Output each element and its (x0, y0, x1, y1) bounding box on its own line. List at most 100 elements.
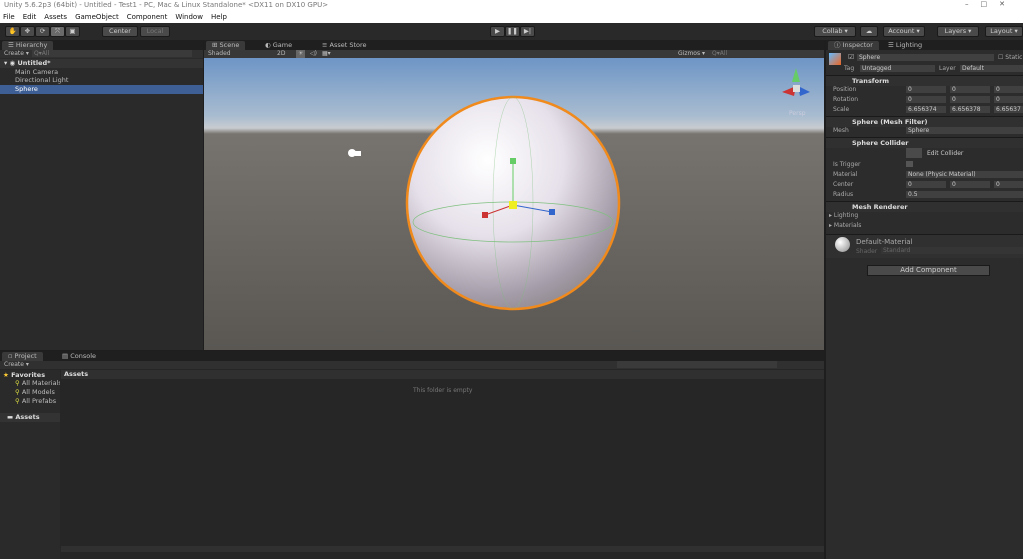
tab-asset-store[interactable]: ≡ Asset Store (316, 41, 373, 50)
tab-project[interactable]: ▫ Project (2, 352, 43, 361)
2d-toggle[interactable]: 2D (277, 50, 285, 58)
rotation-y[interactable]: 0 (950, 96, 990, 103)
toolbar: ✋ ✥ ⟳ ⤧ ▣ Center Local ▶ ❚❚ ▶| Collab ▾ … (0, 23, 1023, 40)
shader-label: Shader (856, 248, 878, 255)
hierarchy-toolbar: Create ▾ Q▾All (0, 50, 203, 58)
window-controls[interactable]: –□✕ (965, 0, 1017, 8)
hand-tool-icon[interactable]: ✋ (5, 26, 20, 37)
position-y[interactable]: 0 (950, 86, 990, 93)
menu-gameobject[interactable]: GameObject (75, 13, 119, 21)
shader-dropdown[interactable]: Standard (881, 247, 1023, 254)
mesh-filter-header[interactable]: Sphere (Mesh Filter) (826, 116, 1023, 127)
play-icon[interactable]: ▶ (490, 26, 505, 37)
hierarchy-panel: ☰ Hierarchy Create ▾ Q▾All ▾ ◉ Untitled*… (0, 40, 203, 350)
rotation-z[interactable]: 0 (994, 96, 1023, 103)
move-tool-icon[interactable]: ✥ (20, 26, 35, 37)
gizmos-dropdown[interactable]: Gizmos ▾ (678, 50, 705, 58)
menu-bar: File Edit Assets GameObject Component Window H… (0, 11, 1023, 23)
favorite-item[interactable]: ⚲ All Prefabs (0, 397, 60, 406)
lighting-foldout[interactable]: ▸ Lighting (829, 212, 858, 219)
scale-label: Scale (833, 106, 850, 113)
empty-folder-message: This folder is empty (413, 387, 473, 394)
center-y[interactable]: 0 (950, 181, 990, 188)
physic-material-field[interactable]: None (Physic Material) (906, 171, 1023, 178)
inspector-panel: ⓘ Inspector ☰ Lighting ☑ Sphere ☐ Static… (826, 40, 1023, 559)
scale-x[interactable]: 6.656374 (906, 106, 946, 113)
favorite-item[interactable]: ⚲ All Models (0, 388, 60, 397)
edit-collider-icon[interactable] (906, 148, 922, 158)
menu-component[interactable]: Component (127, 13, 168, 21)
persp-label[interactable]: Persp (789, 110, 806, 117)
tag-label: Tag (844, 65, 855, 72)
shaded-dropdown[interactable]: Shaded (208, 50, 231, 57)
layers-button[interactable]: Layers ▾ (937, 26, 979, 37)
is-trigger-label: Is Trigger (833, 161, 861, 168)
favorite-item[interactable]: ⚲ All Materials (0, 379, 60, 388)
position-z[interactable]: 0 (994, 86, 1023, 93)
menu-file[interactable]: File (3, 13, 15, 21)
rect-tool-icon[interactable]: ▣ (65, 26, 80, 37)
scene-viewport[interactable]: Persp (204, 58, 824, 350)
hierarchy-item[interactable]: Directional Light (0, 76, 203, 85)
center-button[interactable]: Center (102, 26, 138, 37)
tab-scene[interactable]: ⊞ Scene (206, 41, 246, 50)
project-search[interactable] (617, 361, 777, 368)
mesh-renderer-header[interactable]: Mesh Renderer (826, 201, 1023, 212)
tab-lighting[interactable]: ☰ Lighting (882, 41, 928, 50)
is-trigger-checkbox[interactable] (906, 161, 913, 167)
menu-assets[interactable]: Assets (44, 13, 67, 21)
collab-button[interactable]: Collab ▾ (814, 26, 856, 37)
tag-dropdown[interactable]: Untagged (860, 65, 935, 72)
scale-z[interactable]: 6.65637 (994, 106, 1023, 113)
static-checkbox[interactable]: ☐ Static (998, 54, 1022, 61)
account-button[interactable]: Account ▾ (883, 26, 925, 37)
tab-inspector[interactable]: ⓘ Inspector (828, 41, 879, 50)
layout-button[interactable]: Layout ▾ (985, 26, 1023, 37)
tab-console[interactable]: ▤ Console (56, 352, 102, 361)
project-create-button[interactable]: Create ▾ (4, 361, 29, 368)
active-checkbox[interactable]: ☑ (848, 53, 854, 61)
menu-help[interactable]: Help (211, 13, 227, 21)
orientation-gizmo[interactable] (782, 68, 810, 96)
local-button[interactable]: Local (140, 26, 170, 37)
mesh-field[interactable]: Sphere (906, 127, 1023, 134)
position-x[interactable]: 0 (906, 86, 946, 93)
material-label: Material (833, 171, 858, 178)
menu-edit[interactable]: Edit (23, 13, 37, 21)
scale-y[interactable]: 6.656378 (950, 106, 990, 113)
step-icon[interactable]: ▶| (520, 26, 535, 37)
cloud-icon[interactable]: ☁ (860, 26, 878, 37)
menu-window[interactable]: Window (175, 13, 203, 21)
center-x[interactable]: 0 (906, 181, 946, 188)
materials-foldout[interactable]: ▸ Materials (829, 222, 861, 229)
layer-dropdown[interactable]: Default (960, 65, 1023, 72)
pause-icon[interactable]: ❚❚ (505, 26, 520, 37)
assets-breadcrumb[interactable]: Assets (61, 370, 824, 379)
tab-game[interactable]: ◐ Game (259, 41, 298, 50)
effects-toggle-icon[interactable]: ▦▾ (322, 50, 331, 58)
object-name-field[interactable]: Sphere (857, 54, 994, 61)
scene-root[interactable]: ▾ ◉ Untitled* (0, 59, 203, 68)
create-button[interactable]: Create ▾ (4, 50, 29, 57)
scene-search[interactable]: Q▾All (710, 50, 820, 57)
zoom-slider[interactable] (61, 546, 824, 552)
tab-hierarchy[interactable]: ☰ Hierarchy (2, 41, 54, 50)
camera-icon (348, 149, 361, 157)
radius-field[interactable]: 0.5 (906, 191, 1023, 198)
scene-panel: ⊞ Scene ◐ Game ≡ Asset Store Shaded 2D ☀… (204, 40, 824, 350)
edit-collider-label[interactable]: Edit Collider (927, 150, 963, 157)
sphere-collider-header[interactable]: Sphere Collider (826, 137, 1023, 148)
rotation-x[interactable]: 0 (906, 96, 946, 103)
scale-tool-icon[interactable]: ⤧ (50, 26, 65, 37)
assets-folder[interactable]: ▬ Assets (0, 413, 60, 422)
audio-toggle-icon[interactable]: ◁) (310, 50, 317, 58)
rotate-tool-icon[interactable]: ⟳ (35, 26, 50, 37)
transform-header[interactable]: Transform (826, 75, 1023, 86)
hierarchy-search[interactable]: Q▾All (32, 50, 192, 57)
rotation-label: Rotation (833, 96, 859, 103)
center-z[interactable]: 0 (994, 181, 1023, 188)
lighting-toggle-icon[interactable]: ☀ (296, 50, 306, 58)
material-name: Default-Material (856, 238, 913, 246)
add-component-button[interactable]: Add Component (867, 265, 990, 276)
hierarchy-item-selected[interactable]: Sphere (0, 85, 203, 94)
